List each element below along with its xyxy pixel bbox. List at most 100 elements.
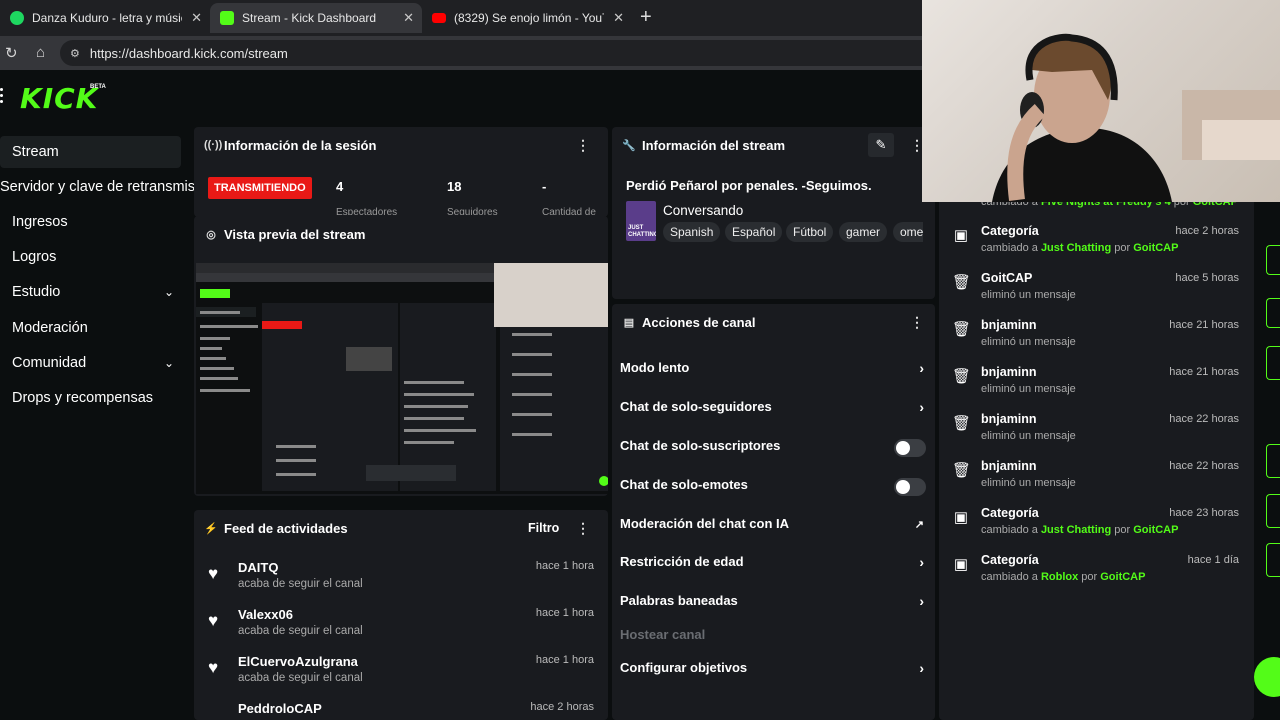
log-time: hace 22 horas (1169, 460, 1239, 472)
action-age-restriction[interactable]: Restricción de edad › (620, 554, 930, 574)
side-shortcut[interactable] (1266, 298, 1280, 328)
feed-user[interactable]: ElCuervoAzulgrana (238, 654, 358, 669)
browser-tab-kick[interactable]: Stream - Kick Dashboard ✕ (210, 3, 422, 33)
stream-title: Perdió Peñarol por penales. -Seguimos. (626, 178, 872, 193)
feed-user[interactable]: PeddroloCAP (238, 701, 322, 715)
sidebar-item-drops[interactable]: Drops y recompensas (0, 382, 190, 414)
action-banned-words[interactable]: Palabras baneadas › (620, 593, 930, 613)
edit-icon[interactable]: ✎ (868, 133, 894, 157)
reload-icon[interactable]: ↻ (5, 44, 18, 62)
log-mid: por (1111, 242, 1134, 254)
sidebar-item-moderation[interactable]: Moderación (0, 312, 190, 344)
browser-tab-spotify[interactable]: Danza Kuduro - letra y música de Don Oma… (0, 3, 210, 33)
url-field[interactable]: ⚙ https://dashboard.kick.com/stream (60, 40, 940, 66)
chevron-right-icon: › (919, 660, 924, 676)
stream-preview-video[interactable] (196, 263, 608, 494)
log-target[interactable]: Just Chatting (1041, 242, 1111, 254)
tag-chip[interactable]: Spanish (663, 222, 721, 242)
more-options-icon[interactable]: ⋮ (576, 137, 590, 154)
category-thumbnail[interactable]: JUST CHATTING (626, 201, 656, 241)
panel-header: ((·)) Información de la sesión (194, 127, 608, 163)
feed-time: hace 1 hora (535, 607, 594, 619)
feed-item: ♥ Valexx06 acaba de seguir el canal hace… (204, 607, 604, 647)
log-time: hace 2 horas (1175, 225, 1239, 237)
action-slow-mode[interactable]: Modo lento › (620, 360, 930, 380)
side-shortcut[interactable] (1266, 444, 1280, 478)
site-info-icon[interactable]: ⚙ (70, 47, 80, 60)
more-options-icon[interactable]: ⋮ (910, 314, 924, 331)
tag-chip[interactable]: Fútbol (786, 222, 834, 242)
log-name[interactable]: bnjaminn (981, 459, 1037, 473)
side-shortcut[interactable] (1266, 543, 1280, 577)
action-label: Restricción de edad (620, 554, 744, 569)
log-prefix: cambiado a (981, 571, 1041, 583)
sidebar-item-label: Logros (12, 249, 57, 265)
action-label: Chat de solo-emotes (620, 477, 748, 492)
action-configure-goals[interactable]: Configurar objetivos › (620, 660, 930, 680)
browser-tab-youtube[interactable]: (8329) Se enojo limón - YouTube ✕ (422, 3, 632, 33)
feed-user[interactable]: Valexx06 (238, 607, 293, 622)
panel-title: Feed de actividades (224, 520, 348, 536)
heart-icon: ♥ (208, 658, 219, 677)
new-tab-button[interactable]: + (640, 7, 652, 27)
close-tab-icon[interactable]: ✕ (613, 10, 624, 26)
heart-icon: ♥ (208, 611, 219, 630)
modlog-entry: 🗑 bnjaminn eliminó un mensaje hace 21 ho… (950, 365, 1245, 409)
sidebar-item-stream-key[interactable]: Servidor y clave de retransmisión (0, 171, 214, 203)
log-user[interactable]: GoitCAP (1100, 571, 1145, 583)
menu-icon[interactable] (0, 88, 4, 104)
action-label: Palabras baneadas (620, 593, 738, 608)
close-tab-icon[interactable]: ✕ (403, 10, 414, 26)
filter-button[interactable]: Filtro (528, 521, 559, 535)
sidebar-item-community[interactable]: Comunidad ⌄ (0, 347, 190, 379)
chevron-right-icon: › (919, 360, 924, 376)
kick-logo[interactable]: KICK (20, 82, 98, 115)
stream-category[interactable]: Conversando (663, 203, 743, 218)
help-chat-button[interactable] (1254, 657, 1280, 697)
side-shortcut[interactable] (1266, 245, 1280, 275)
tag-chip[interactable]: Español (725, 222, 783, 242)
log-user[interactable]: GoitCAP (1133, 242, 1178, 254)
action-ai-moderation[interactable]: Moderación del chat con IA ↗ (620, 516, 930, 536)
close-tab-icon[interactable]: ✕ (191, 10, 202, 26)
more-options-icon[interactable]: ⋮ (576, 520, 590, 537)
session-info-panel: ((·)) Información de la sesión ⋮ (194, 127, 608, 217)
feed-time: hace 1 hora (535, 654, 594, 666)
sidebar-item-studio[interactable]: Estudio ⌄ (0, 276, 190, 308)
sidebar-item-stream[interactable]: Stream (0, 136, 181, 168)
log-target[interactable]: Roblox (1041, 571, 1078, 583)
log-name[interactable]: bnjaminn (981, 318, 1037, 332)
trash-icon: 🗑 (952, 415, 972, 432)
feed-item: PeddroloCAP hace 2 horas (204, 701, 604, 715)
log-user[interactable]: GoitCAP (1133, 524, 1178, 536)
spotify-icon (10, 11, 24, 25)
panel-title: Información de la sesión (224, 137, 377, 153)
tag-chip[interactable]: gamer (839, 222, 888, 242)
log-name[interactable]: GoitCAP (981, 271, 1032, 285)
sidebar-item-achievements[interactable]: Logros (0, 241, 190, 273)
emotes-only-toggle[interactable] (894, 478, 926, 496)
log-name[interactable]: bnjaminn (981, 365, 1037, 379)
feed-action: acaba de seguir el canal (238, 672, 363, 684)
action-followers-only[interactable]: Chat de solo-seguidores › (620, 399, 930, 419)
modlog-entry: ▣ Categoría cambiado a Roblox por GoitCA… (950, 553, 1245, 597)
log-name[interactable]: bnjaminn (981, 412, 1037, 426)
viewer-label: Espectadores (336, 207, 398, 215)
trash-icon: 🗑 (952, 274, 972, 291)
side-shortcut[interactable] (1266, 494, 1280, 528)
log-name: Categoría (981, 506, 1039, 520)
log-target[interactable]: Just Chatting (1041, 524, 1111, 536)
log-detail: cambiado a Just Chatting por GoitCAP (981, 524, 1178, 536)
preview-frame-image (196, 263, 608, 494)
subscribers-only-toggle[interactable] (894, 439, 926, 457)
side-shortcut[interactable] (1266, 346, 1280, 380)
home-icon[interactable]: ⌂ (36, 44, 45, 61)
feed-user[interactable]: DAITQ (238, 560, 278, 575)
log-detail: eliminó un mensaje (981, 430, 1076, 442)
tag-chip[interactable]: ome (893, 222, 923, 242)
action-label: Configurar objetivos (620, 660, 748, 675)
sidebar-item-income[interactable]: Ingresos (0, 206, 190, 238)
panel-icon: ▤ (623, 316, 635, 329)
sidebar: Stream Servidor y clave de retransmisión… (0, 124, 214, 720)
sidebar-item-label: Drops y recompensas (12, 390, 154, 406)
